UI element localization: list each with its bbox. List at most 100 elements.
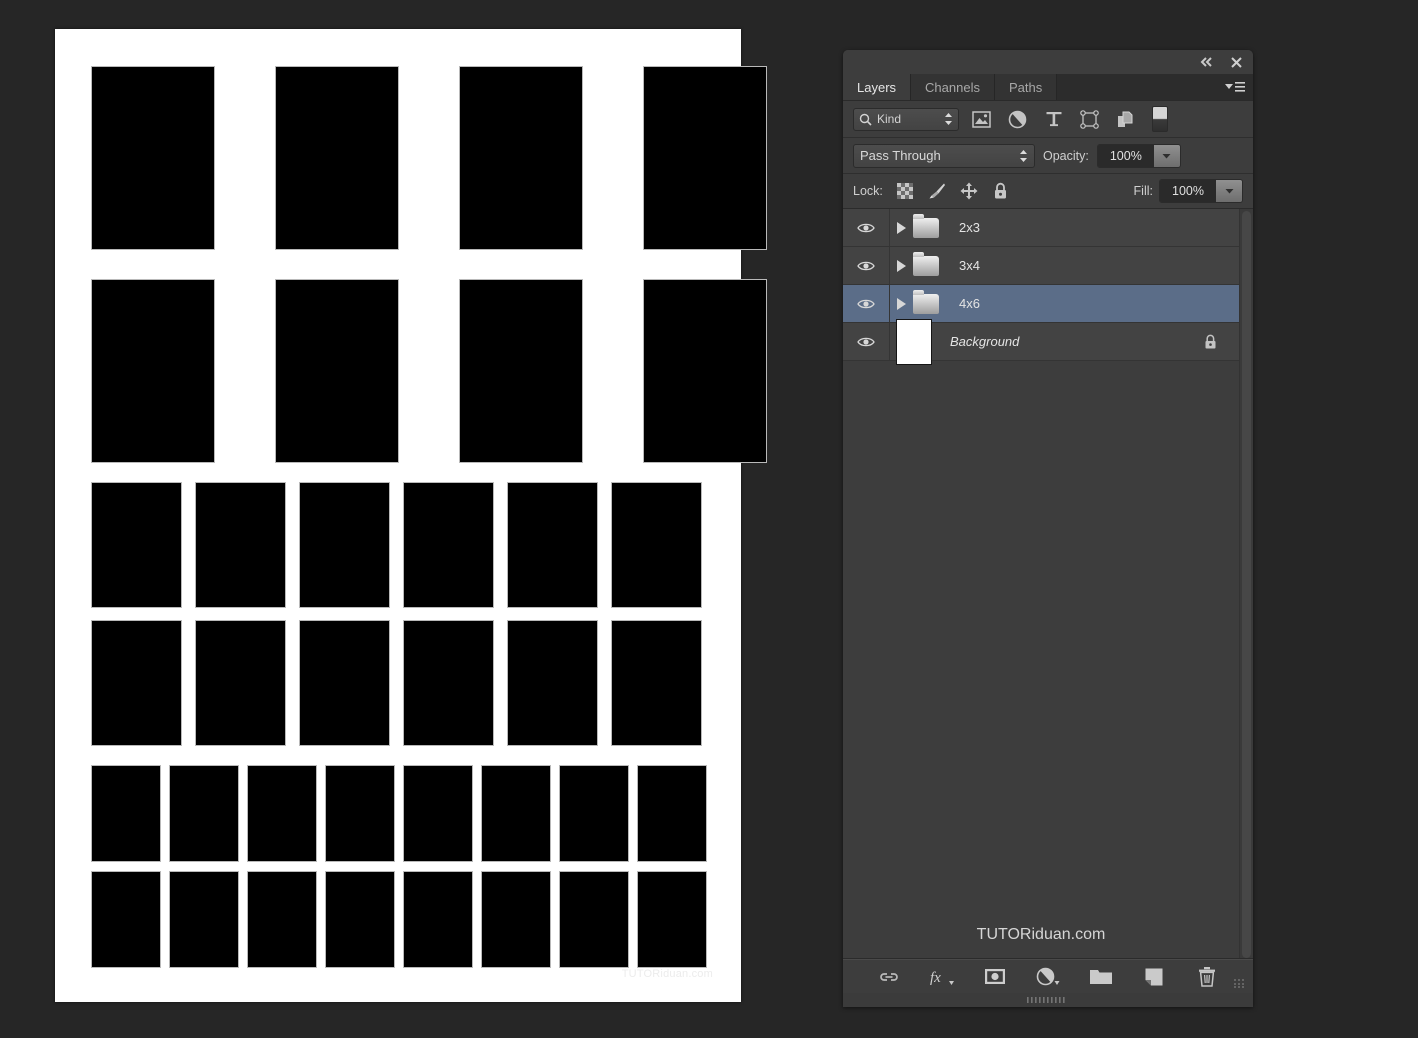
photo-cell[interactable] [638,872,706,967]
eye-icon [857,298,875,310]
layer-visibility-toggle[interactable] [843,209,890,246]
photo-cell[interactable] [300,621,389,745]
photo-cell[interactable] [276,280,398,462]
add-layer-mask-icon[interactable] [982,965,1008,989]
layer-filter-row: Kind [843,101,1253,138]
tab-paths[interactable]: Paths [995,74,1057,100]
photo-cell[interactable] [644,67,766,249]
lock-all-icon[interactable] [991,181,1011,201]
photo-cell[interactable] [92,621,181,745]
photo-cell[interactable] [170,766,238,861]
photo-cell[interactable] [404,483,493,607]
photo-cell[interactable] [92,280,214,462]
layer-row[interactable]: 4x6 [843,285,1239,323]
photo-cell[interactable] [482,766,550,861]
photo-cell[interactable] [612,621,701,745]
photo-cell[interactable] [638,766,706,861]
lock-position-icon[interactable] [959,181,979,201]
photo-cell[interactable] [170,872,238,967]
panel-drag-handle-icon[interactable] [1027,997,1069,1003]
type-layer-filter-icon[interactable] [1040,107,1067,132]
photo-cell[interactable] [196,621,285,745]
layer-row[interactable]: 3x4 [843,247,1239,285]
add-layer-style-icon[interactable]: fx [929,965,955,989]
photo-cell[interactable] [248,872,316,967]
photo-cell[interactable] [248,766,316,861]
stepper-arrows-icon [944,112,953,126]
collapse-panel-icon[interactable] [1198,54,1214,70]
new-layer-icon[interactable] [1141,965,1167,989]
photo-cell[interactable] [92,872,160,967]
opacity-input[interactable]: 100% [1098,145,1154,167]
layer-group-disclosure-icon[interactable] [890,222,913,234]
new-adjustment-layer-icon[interactable] [1035,965,1061,989]
layers-bottom-toolbar: fx [843,959,1253,993]
photo-cell[interactable] [92,483,181,607]
close-panel-icon[interactable] [1228,54,1244,70]
photo-cell[interactable] [560,766,628,861]
layer-name: 2x3 [959,220,980,235]
document-canvas[interactable]: TUTORiduan.com [55,29,741,1002]
lock-image-pixels-icon[interactable] [927,181,947,201]
photo-cell[interactable] [92,766,160,861]
photo-cell[interactable] [404,872,472,967]
lock-transparent-pixels-icon[interactable] [895,181,915,201]
fill-label: Fill: [1134,184,1153,198]
layer-visibility-toggle[interactable] [843,247,890,284]
layers-scrollbar[interactable] [1239,209,1253,958]
photo-cell[interactable] [326,766,394,861]
lock-label: Lock: [853,184,883,198]
layer-group-disclosure-icon[interactable] [890,260,913,272]
layer-row[interactable]: Background [843,323,1239,361]
photo-cell[interactable] [482,872,550,967]
panel-menu-icon[interactable] [1224,79,1246,95]
trash-can-icon [1197,966,1217,987]
photo-cell[interactable] [612,483,701,607]
filter-kind-select[interactable]: Kind [853,108,959,131]
blend-mode-select[interactable]: Pass Through [853,144,1035,168]
layer-visibility-toggle[interactable] [843,285,890,322]
layer-group-disclosure-icon[interactable] [890,298,913,310]
photo-cell[interactable] [196,483,285,607]
filter-enable-toggle[interactable] [1152,106,1168,132]
layer-thumbnail[interactable] [896,319,932,365]
photo-cell[interactable] [460,280,582,462]
photo-cell[interactable] [92,67,214,249]
fx-icon: fx [929,967,955,987]
resize-grip-icon[interactable] [1233,974,1247,988]
photo-cell[interactable] [560,872,628,967]
panel-footer [843,993,1253,1007]
double-chevron-left-icon [1200,57,1213,67]
photo-cell[interactable] [300,483,389,607]
text-t-icon [1045,110,1063,128]
layers-scrollbar-thumb[interactable] [1242,211,1251,958]
layer-row[interactable]: 2x3 [843,209,1239,247]
photo-cell[interactable] [644,280,766,462]
adjustment-layer-filter-icon[interactable] [1004,107,1031,132]
delete-layer-icon[interactable] [1194,965,1220,989]
blend-mode-value: Pass Through [860,148,1019,163]
layer-visibility-toggle[interactable] [843,323,890,360]
tab-channels[interactable]: Channels [911,74,995,100]
layer-lock-icon [1204,334,1217,350]
photo-cell[interactable] [508,483,597,607]
photo-cell[interactable] [404,766,472,861]
new-group-icon[interactable] [1088,965,1114,989]
fill-dropdown-button[interactable] [1216,180,1242,202]
photo-cell[interactable] [404,621,493,745]
photo-cell[interactable] [508,621,597,745]
photo-cell[interactable] [326,872,394,967]
opacity-dropdown-button[interactable] [1154,145,1180,167]
tab-layers[interactable]: Layers [843,74,911,100]
layer-name: 4x6 [959,296,980,311]
shape-layer-filter-icon[interactable] [1076,107,1103,132]
pixel-layer-filter-icon[interactable] [968,107,995,132]
smart-object-filter-icon[interactable] [1112,107,1139,132]
photo-cell[interactable] [460,67,582,249]
new-page-icon [1144,967,1164,987]
fill-input[interactable]: 100% [1160,180,1216,202]
photo-cell[interactable] [276,67,398,249]
layer-folder-icon [913,218,939,238]
link-layers-icon[interactable] [876,965,902,989]
tab-paths-label: Paths [1009,80,1042,95]
